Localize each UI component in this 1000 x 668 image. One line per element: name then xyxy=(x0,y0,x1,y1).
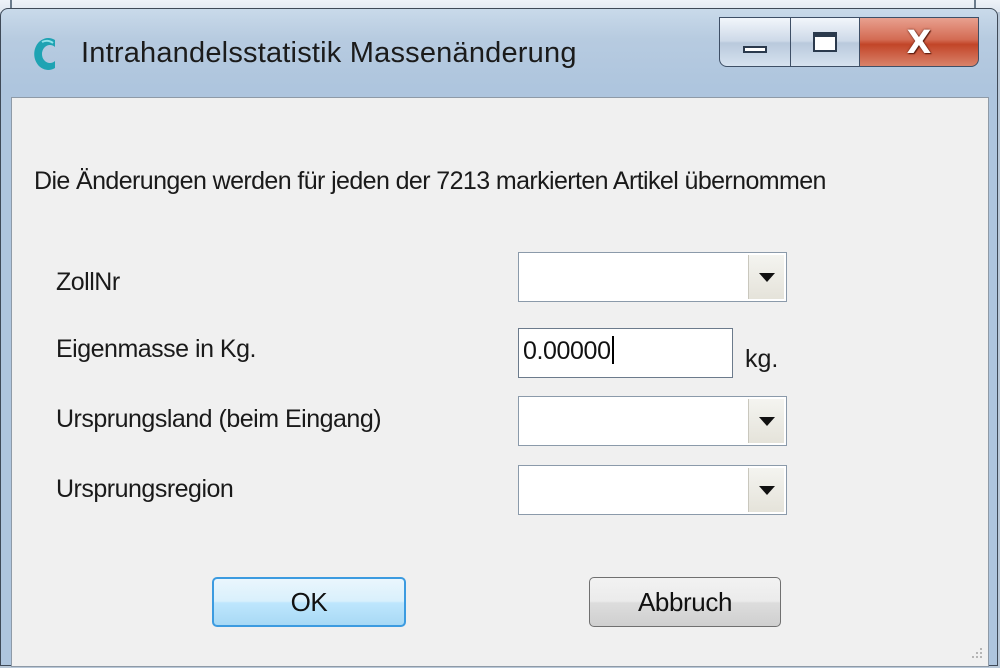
eigenmasse-unit: kg. xyxy=(745,345,779,373)
dropdown-arrow-icon xyxy=(758,416,775,426)
cancel-button[interactable]: Abbruch xyxy=(589,577,781,627)
eigenmasse-input[interactable]: 0.00000 xyxy=(518,328,733,378)
eigenmasse-label: Eigenmasse in Kg. xyxy=(56,335,256,363)
close-button[interactable]: X xyxy=(859,17,979,67)
maximize-button[interactable] xyxy=(790,17,860,67)
zollnr-combobox[interactable] xyxy=(518,252,787,302)
app-c-icon xyxy=(34,38,55,70)
ursprungsland-label: Ursprungsland (beim Eingang) xyxy=(56,405,382,433)
maximize-icon xyxy=(813,32,837,52)
ursprungsregion-combobox[interactable] xyxy=(518,465,787,515)
ok-button[interactable]: OK xyxy=(212,577,406,627)
zollnr-label: ZollNr xyxy=(56,268,120,296)
ursprungsland-combobox[interactable] xyxy=(518,396,787,446)
info-message: Die Änderungen werden für jeden der 7213… xyxy=(34,167,826,195)
dialog-client-area: Die Änderungen werden für jeden der 7213… xyxy=(11,97,989,667)
minimize-button[interactable] xyxy=(719,17,791,67)
zollnr-dropdown-button[interactable] xyxy=(748,255,784,299)
ursprungsregion-dropdown-button[interactable] xyxy=(748,468,784,512)
ursprungsregion-label: Ursprungsregion xyxy=(56,475,234,503)
dialog-window: Intrahandelsstatistik Massenänderung X D… xyxy=(0,8,998,667)
ursprungsland-dropdown-button[interactable] xyxy=(748,399,784,443)
close-icon: X xyxy=(906,23,932,61)
window-title: Intrahandelsstatistik Massenänderung xyxy=(81,37,577,69)
text-caret xyxy=(611,336,614,364)
eigenmasse-value: 0.00000 xyxy=(523,337,611,365)
minimize-icon xyxy=(743,45,767,53)
dropdown-arrow-icon xyxy=(758,272,775,282)
resize-grip-icon[interactable] xyxy=(966,644,984,662)
dropdown-arrow-icon xyxy=(758,485,775,495)
